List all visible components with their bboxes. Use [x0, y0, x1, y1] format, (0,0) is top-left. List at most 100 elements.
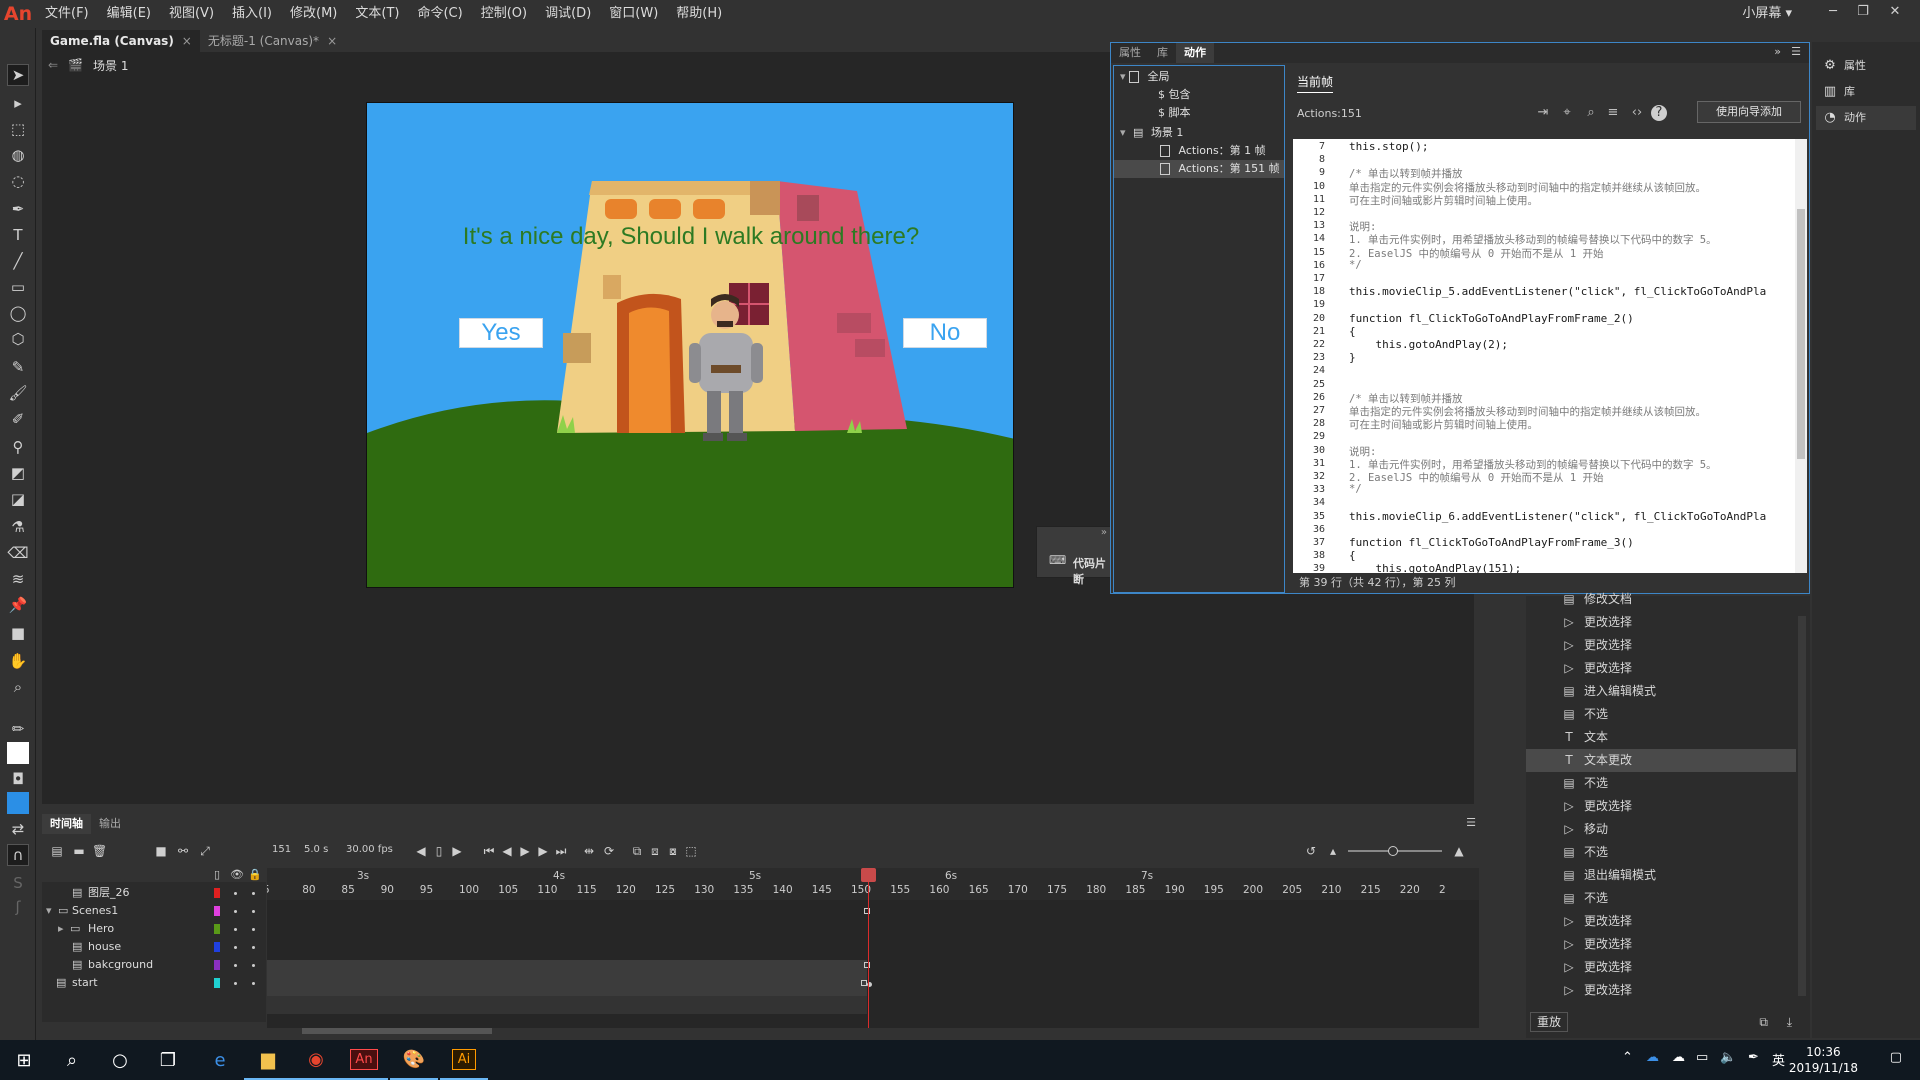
- new-layer-icon[interactable]: ▤: [50, 844, 64, 858]
- dock-actions[interactable]: ◔ 动作: [1816, 106, 1916, 130]
- current-frame-number[interactable]: 151: [272, 844, 291, 855]
- tab-actions[interactable]: 动作: [1176, 43, 1214, 63]
- history-step[interactable]: ▤ 不选: [1526, 841, 1796, 864]
- first-frame-icon[interactable]: ⏮: [482, 844, 496, 858]
- eyedropper-icon[interactable]: ⚗: [7, 516, 29, 538]
- edit-multiple-icon[interactable]: ⧇: [666, 844, 680, 858]
- tree-item-include[interactable]: $ 包含: [1114, 86, 1284, 104]
- delete-layer-icon[interactable]: 🗑: [92, 844, 107, 858]
- zoom-out-icon[interactable]: ▴: [1326, 844, 1340, 858]
- frame-rate[interactable]: 30.00 fps: [346, 844, 393, 855]
- menu-view[interactable]: 视图(V): [160, 0, 223, 28]
- doc-tab-untitled[interactable]: 无标题-1 (Canvas)* ×: [200, 30, 345, 52]
- history-step[interactable]: ▷ 更改选择: [1526, 611, 1796, 634]
- code-line[interactable]: */: [1349, 483, 1362, 495]
- tree-item-frame-151[interactable]: Actions：第 151 帧: [1114, 160, 1284, 178]
- 3d-rotation-icon[interactable]: ◍: [7, 144, 29, 166]
- scroll-thumb[interactable]: [1797, 209, 1805, 459]
- history-step[interactable]: ▷ 更改选择: [1526, 910, 1796, 933]
- add-using-wizard-button[interactable]: 使用向导添加: [1697, 101, 1801, 123]
- code-line[interactable]: this.movieClip_5.addEventListener("click…: [1349, 285, 1766, 298]
- cortana-icon[interactable]: ○: [96, 1040, 144, 1080]
- slider-knob[interactable]: [1388, 846, 1398, 856]
- history-step[interactable]: ▤ 不选: [1526, 887, 1796, 910]
- cloud-icon[interactable]: ☁: [1672, 1050, 1685, 1065]
- history-step[interactable]: ▷ 更改选择: [1526, 657, 1796, 680]
- collapse-arrow-icon[interactable]: ▾: [46, 902, 52, 920]
- lock-dot[interactable]: [252, 982, 255, 985]
- fill-icon[interactable]: ◘: [7, 768, 29, 790]
- chrome-icon[interactable]: ◉: [292, 1040, 340, 1080]
- camera-icon[interactable]: ■: [154, 844, 168, 858]
- menu-insert[interactable]: 插入(I): [223, 0, 281, 28]
- paint-brush-icon[interactable]: ✐: [7, 408, 29, 430]
- collapse-icon[interactable]: »: [1101, 527, 1107, 538]
- layer-row-house[interactable]: ▤ house: [42, 938, 266, 956]
- lock-dot[interactable]: [252, 964, 255, 967]
- close-tab-icon[interactable]: ×: [182, 30, 192, 52]
- current-frame-tab[interactable]: 当前帧: [1297, 73, 1334, 93]
- history-step[interactable]: ▷ 更改选择: [1526, 956, 1796, 979]
- workspace-switcher[interactable]: 小屏幕 ▾: [1742, 0, 1792, 28]
- prev-keyframe-icon[interactable]: ◀: [414, 844, 428, 858]
- graph-icon[interactable]: ⤢: [198, 844, 212, 858]
- code-line[interactable]: this.movieClip_6.addEventListener("click…: [1349, 510, 1766, 523]
- visibility-dot[interactable]: [234, 982, 237, 985]
- history-step[interactable]: T 文本更改: [1526, 749, 1796, 772]
- code-line[interactable]: 可在主时间轴或影片剪辑时间轴上使用。: [1349, 193, 1538, 208]
- parent-view-icon[interactable]: ⚯: [176, 844, 190, 858]
- panel-menu-icon[interactable]: ☰: [1466, 816, 1476, 829]
- loop-icon[interactable]: ⟳: [602, 844, 616, 858]
- lasso-icon[interactable]: ◌: [7, 170, 29, 192]
- history-step[interactable]: ▤ 进入编辑模式: [1526, 680, 1796, 703]
- snap-magnet-icon[interactable]: ∩: [7, 844, 29, 866]
- code-line[interactable]: function fl_ClickToGoToAndPlayFromFrame_…: [1349, 312, 1634, 325]
- paint-bucket-icon[interactable]: ◩: [7, 462, 29, 484]
- tree-item-frame-1[interactable]: Actions：第 1 帧: [1114, 142, 1284, 160]
- frame-row-start[interactable]: [267, 996, 867, 1014]
- lock-dot[interactable]: [252, 928, 255, 931]
- current-time[interactable]: 5.0 s: [304, 844, 328, 855]
- close-tab-icon[interactable]: ×: [327, 30, 337, 52]
- lock-icon[interactable]: 🔒: [248, 868, 262, 881]
- eraser-icon[interactable]: ⌫: [7, 542, 29, 564]
- yes-button[interactable]: Yes: [459, 318, 543, 348]
- code-line[interactable]: 2. EaselJS 中的帧编号从 0 开始而不是从 1 开始: [1349, 246, 1603, 261]
- tree-item-script[interactable]: $ 脚本: [1114, 104, 1284, 122]
- history-step[interactable]: ▤ 不选: [1526, 703, 1796, 726]
- search-icon[interactable]: ⌕: [48, 1040, 96, 1080]
- copy-steps-icon[interactable]: ⧉: [1759, 1015, 1768, 1030]
- ime-indicator[interactable]: 英: [1772, 1050, 1785, 1069]
- stroke-color-swatch[interactable]: [7, 742, 29, 764]
- insert-target-icon[interactable]: ⌖: [1559, 105, 1575, 121]
- menu-help[interactable]: 帮助(H): [667, 0, 731, 28]
- keyframe-marker[interactable]: [864, 962, 870, 968]
- zoom-in-icon[interactable]: ▲: [1452, 844, 1466, 858]
- history-step[interactable]: ▷ 更改选择: [1526, 979, 1796, 1002]
- line-tool-icon[interactable]: ╱: [7, 250, 29, 272]
- help-icon[interactable]: ?: [1651, 105, 1667, 121]
- code-editor[interactable]: 7 8 9 10 11 12 13 14 15 16 17 18 19 20 21 22 23 24 25 26 27 2…: [1293, 139, 1807, 593]
- bone-tool-icon[interactable]: ⚲: [7, 436, 29, 458]
- center-frame-icon[interactable]: ⇹: [582, 844, 596, 858]
- outline-icon[interactable]: ▯: [214, 868, 220, 881]
- next-keyframe-icon[interactable]: ▶: [450, 844, 464, 858]
- stroke-color-icon[interactable]: ✏: [7, 718, 29, 740]
- smooth-icon[interactable]: S: [7, 872, 29, 894]
- code-line[interactable]: {: [1349, 325, 1356, 338]
- layer-row-hero[interactable]: ▸ ▭ Hero: [42, 920, 266, 938]
- tree-item-scene1[interactable]: ▾ ▤ 场景 1: [1114, 124, 1284, 142]
- illustrator-icon[interactable]: Ai: [440, 1040, 488, 1080]
- history-step[interactable]: ▤ 修改文档: [1526, 588, 1796, 611]
- paint-icon[interactable]: 🎨: [390, 1040, 438, 1080]
- fill-color-swatch[interactable]: [7, 792, 29, 814]
- layer-row-background[interactable]: ▤ bakcground: [42, 956, 266, 974]
- pencil-tool-icon[interactable]: ✎: [7, 356, 29, 378]
- last-frame-icon[interactable]: ⏭: [554, 844, 568, 858]
- format-code-icon[interactable]: ≡: [1605, 105, 1621, 121]
- timeline-zoom-slider[interactable]: [1348, 846, 1442, 856]
- lock-dot[interactable]: [252, 910, 255, 913]
- find-icon[interactable]: ⌕: [1583, 105, 1599, 121]
- animate-icon[interactable]: An: [340, 1040, 388, 1080]
- system-clock[interactable]: 10:36 2019/11/18: [1789, 1044, 1858, 1076]
